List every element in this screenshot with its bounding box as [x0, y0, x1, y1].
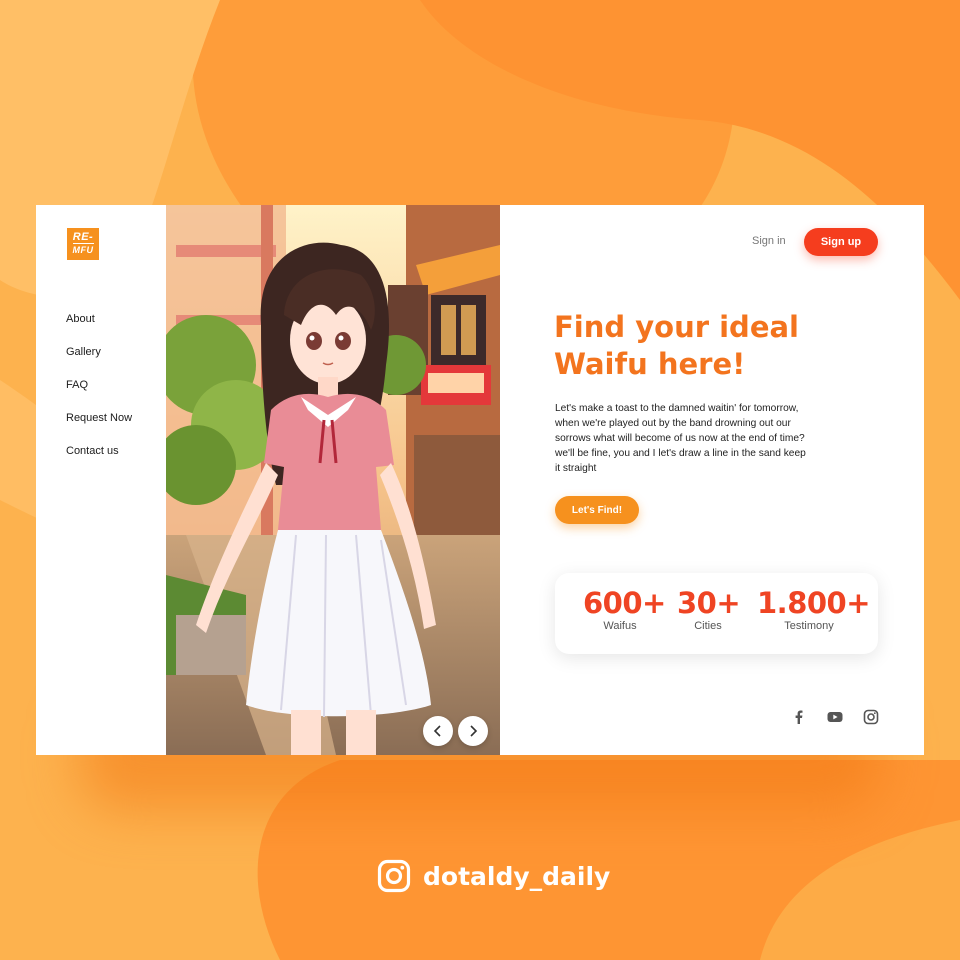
brand-logo[interactable]: RE- MFU — [67, 228, 99, 260]
stat-waifus: 600+ Waifus — [583, 586, 666, 632]
landing-card: RE- MFU About Gallery FAQ Request Now Co… — [36, 205, 924, 755]
stat-label: Testimony — [784, 620, 834, 632]
chevron-right-icon — [470, 725, 478, 737]
sign-in-link[interactable]: Sign in — [752, 235, 786, 247]
instagram-handle: dotaldy_daily — [423, 861, 611, 891]
stat-label: Waifus — [603, 620, 637, 632]
stats-panel: 600+ Waifus 30+ Cities 1.800+ Testimony — [555, 573, 878, 654]
nav-item-about[interactable]: About — [66, 312, 132, 345]
headline-line-2: Waifu here! — [554, 347, 746, 381]
nav-item-faq[interactable]: FAQ — [66, 378, 132, 411]
nav-item-request-now[interactable]: Request Now — [66, 411, 132, 444]
sign-up-button[interactable]: Sign up — [804, 228, 878, 256]
nav-item-contact-us[interactable]: Contact us — [66, 444, 132, 477]
carousel-prev-button[interactable] — [423, 716, 453, 746]
instagram-icon[interactable] — [863, 709, 879, 725]
chevron-left-icon — [433, 725, 441, 737]
instagram-icon — [377, 859, 411, 893]
facebook-icon[interactable] — [791, 709, 807, 725]
youtube-icon[interactable] — [827, 709, 843, 725]
hero-headline: Find your ideal Waifu here! — [554, 309, 814, 383]
stat-testimony: 1.800+ Testimony — [757, 586, 871, 632]
stat-value: 600+ — [583, 586, 666, 620]
sidebar-nav: About Gallery FAQ Request Now Contact us — [66, 312, 132, 477]
hero-illustration — [166, 205, 500, 755]
hero-description: Let's make a toast to the damned waitin'… — [555, 403, 806, 474]
nav-item-gallery[interactable]: Gallery — [66, 345, 132, 378]
anime-girl-illustration — [166, 205, 500, 755]
stat-label: Cities — [694, 620, 722, 632]
instagram-tag[interactable]: dotaldy_daily — [377, 859, 610, 893]
carousel-next-button[interactable] — [458, 716, 488, 746]
lets-find-button[interactable]: Let's Find! — [555, 496, 639, 524]
stat-cities: 30+ Cities — [677, 586, 741, 632]
stat-value: 30+ — [677, 586, 741, 620]
headline-line-1: Find your ideal — [554, 310, 799, 344]
stat-value: 1.800+ — [757, 586, 871, 620]
